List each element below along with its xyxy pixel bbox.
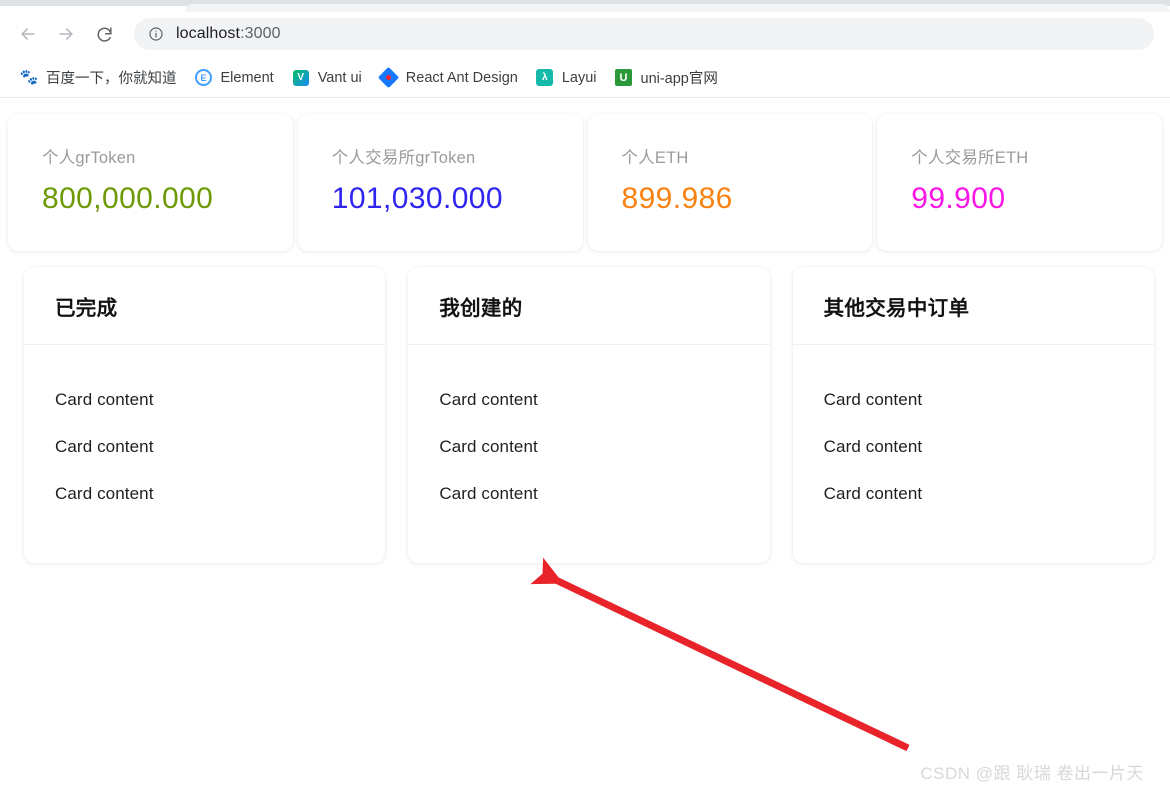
arrow-right-icon <box>56 24 76 44</box>
forward-button[interactable] <box>50 18 82 50</box>
stat-title: 个人grToken <box>42 149 136 167</box>
bookmarks-bar: 🐾 百度一下，你就知道 E Element V Vant ui React An… <box>0 58 1170 98</box>
watermark-text: CSDN @跟 耿瑞 卷出一片天 <box>920 764 1144 783</box>
bookmark-element[interactable]: E Element <box>187 64 282 92</box>
stat-card-exchange-grtoken: 个人交易所grToken 101,030.000 <box>297 114 583 251</box>
card-content-line: Card content <box>823 437 923 456</box>
card-title: 我创建的 <box>439 296 523 320</box>
page-content: 个人grToken 800,000.000 个人交易所grToken 101,0… <box>0 98 1170 793</box>
stat-card-personal-grtoken: 个人grToken 800,000.000 <box>8 114 293 251</box>
bookmark-label: 百度一下，你就知道 <box>46 71 177 87</box>
url-host: localhost <box>176 25 241 42</box>
arrow-left-icon <box>18 24 38 44</box>
bookmark-uniapp[interactable]: U uni-app官网 <box>607 64 726 92</box>
card-content-line: Card content <box>439 390 538 409</box>
stat-title: 个人ETH <box>621 149 689 167</box>
statistics-row: 个人grToken 800,000.000 个人交易所grToken 101,0… <box>0 98 1170 251</box>
stat-card-exchange-eth: 个人交易所ETH 99.900 <box>877 114 1162 251</box>
reload-button[interactable] <box>88 18 120 50</box>
content-cards-row: 已完成 Card content Card content Card conte… <box>0 251 1170 563</box>
url-text: localhost:3000 <box>176 25 281 43</box>
card-header: 我创建的 <box>408 267 770 345</box>
bookmark-vant-ui[interactable]: V Vant ui <box>284 64 370 92</box>
card-header: 已完成 <box>24 267 386 345</box>
card-title: 已完成 <box>55 296 118 320</box>
bookmark-label: Element <box>220 69 274 86</box>
ant-design-diamond-icon <box>378 66 400 89</box>
bookmark-label: uni-app官网 <box>640 71 718 87</box>
card-content-line: Card content <box>55 437 154 456</box>
info-circle-icon[interactable] <box>148 26 164 42</box>
element-hexagon-icon: E <box>195 69 213 87</box>
stat-value: 99.900 <box>911 182 1006 215</box>
baidu-paw-icon: 🐾 <box>19 69 39 86</box>
tab-strip <box>0 0 1170 12</box>
card-body: Card content Card content Card content <box>408 345 769 531</box>
card-content-line: Card content <box>823 484 923 503</box>
uniapp-logo-icon: U <box>615 69 633 87</box>
bookmark-baidu[interactable]: 🐾 百度一下，你就知道 <box>12 64 185 92</box>
bookmark-label: React Ant Design <box>405 69 518 86</box>
browser-toolbar: localhost:3000 <box>0 10 1170 58</box>
stat-title: 个人交易所ETH <box>911 149 1029 167</box>
card-header: 其他交易中订单 <box>792 267 1154 345</box>
card-content-line: Card content <box>823 390 923 409</box>
reload-icon <box>95 25 114 44</box>
stat-card-personal-eth: 个人ETH 899.986 <box>587 114 873 251</box>
stat-value: 800,000.000 <box>42 182 214 215</box>
vant-logo-icon: V <box>292 69 310 87</box>
layui-logo-icon: λ <box>536 69 554 87</box>
card-content-line: Card content <box>55 484 154 503</box>
arrow-line <box>530 557 910 752</box>
card-body: Card content Card content Card content <box>24 345 385 531</box>
bookmark-label: Vant ui <box>317 69 362 86</box>
card-completed: 已完成 Card content Card content Card conte… <box>24 267 386 563</box>
card-body: Card content Card content Card content <box>793 345 1154 531</box>
card-other-trading-orders: 其他交易中订单 Card content Card content Card c… <box>792 267 1154 563</box>
stat-value: 899.986 <box>621 182 733 215</box>
bookmark-layui[interactable]: λ Layui <box>528 64 605 92</box>
card-content-line: Card content <box>439 484 538 503</box>
url-port: :3000 <box>240 25 281 42</box>
bookmark-label: Layui <box>561 69 597 86</box>
address-bar[interactable]: localhost:3000 <box>134 18 1154 50</box>
card-title: 其他交易中订单 <box>823 296 970 320</box>
bookmark-react-ant-design[interactable]: React Ant Design <box>372 64 526 92</box>
back-button[interactable] <box>12 18 44 50</box>
card-content-line: Card content <box>439 437 538 456</box>
stat-title: 个人交易所grToken <box>331 149 476 167</box>
stat-value: 101,030.000 <box>331 182 503 215</box>
active-tab[interactable] <box>185 4 1170 12</box>
browser-chrome: localhost:3000 🐾 百度一下，你就知道 E Element V V… <box>0 0 1170 98</box>
card-my-created: 我创建的 Card content Card content Card cont… <box>408 267 770 563</box>
card-content-line: Card content <box>55 390 154 409</box>
